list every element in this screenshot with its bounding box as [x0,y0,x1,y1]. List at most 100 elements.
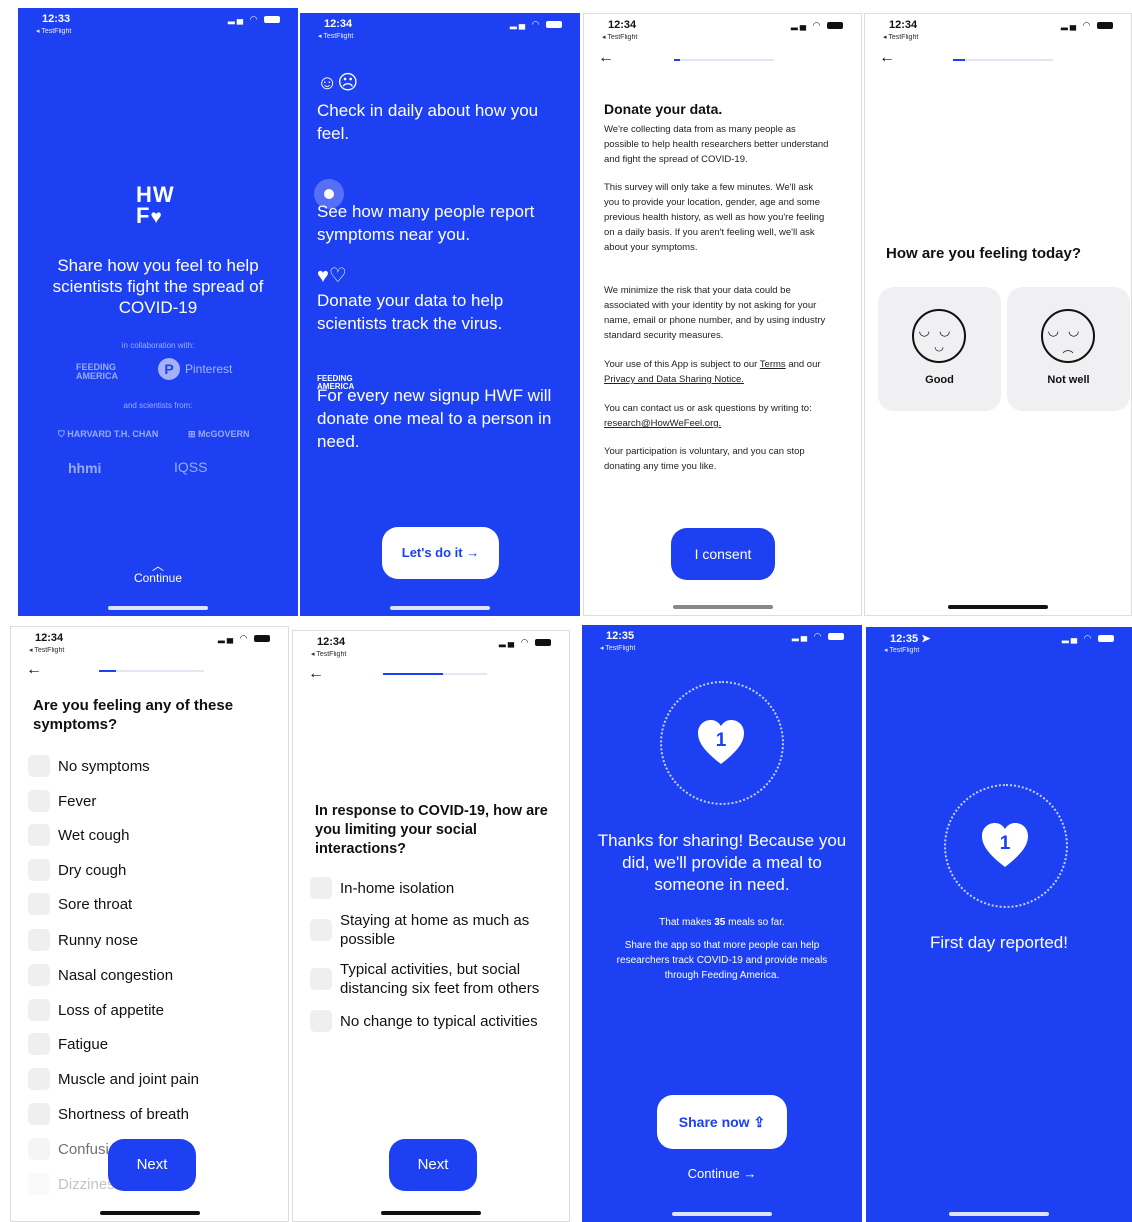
meals-prefix: That makes [659,917,712,928]
consent-paragraph-3: We minimize the risk that your data coul… [604,285,826,341]
checkbox[interactable] [28,929,50,951]
meals-count: 35 [714,917,726,928]
symptom-option[interactable]: Muscle and joint pain [28,1068,199,1090]
terms-prefix: Your use of this App is subject to our [604,359,758,370]
first-day-message: First day reported! [930,933,1068,952]
checkbox[interactable] [310,968,332,990]
email-link[interactable]: research@HowWeFeel.org. [604,418,721,429]
checkbox[interactable] [28,999,50,1021]
symptom-option[interactable]: Dry cough [28,859,126,881]
app-logo: HW F♥ [136,184,188,229]
heart-counter-icon: 1 [980,821,1030,871]
testflight-back-link[interactable]: ◂ TestFlight [318,32,353,40]
checkbox[interactable] [310,919,332,941]
status-bar: 12:33 ◂ TestFlight ▂▄ ◠ [36,12,284,38]
heart-counter-icon: 1 [696,718,746,768]
screen-social: 12:34 ◂ TestFlight ▂▄ ◠ ← In response to… [292,630,570,1222]
checkbox[interactable] [28,1173,50,1195]
option-label: Nasal congestion [58,966,174,984]
consent-paragraph-4: Your use of this App is subject to our T… [604,357,831,387]
symptom-option[interactable]: Runny nose [28,929,138,951]
i-consent-button[interactable]: I consent [671,528,775,580]
privacy-link[interactable]: Privacy and Data Sharing Notice. [604,374,744,385]
mood-card-not-well[interactable]: ◡◡ ︵ Not well [1007,287,1130,411]
next-button[interactable]: Next [389,1139,477,1191]
testflight-back-link[interactable]: ◂ TestFlight [600,644,635,652]
continue-label: Continue [133,571,183,585]
checkbox[interactable] [28,824,50,846]
symptom-option[interactable]: Sore throat [28,893,132,915]
testflight-back-link[interactable]: ◂ TestFlight [602,33,637,41]
testflight-back-link[interactable]: ◂ TestFlight [883,33,918,41]
harvard-shield-icon: ⛉ [58,429,68,439]
checkbox[interactable] [28,1138,50,1160]
harvard-label: HARVARD T.H. CHAN [67,429,159,439]
lets-do-it-button[interactable]: Let's do it → [382,527,499,579]
scientists-caption: and scientists from: [123,401,193,410]
status-bar: 12:35 ➤ ◂ TestFlight ▂▄ ◠ [884,631,1118,657]
back-arrow-icon[interactable]: ← [26,661,42,679]
symptom-option[interactable]: Loss of appetite [28,999,164,1021]
checkbox[interactable] [28,1033,50,1055]
status-bar: 12:34 ◂ TestFlight ▂▄ ◠ [602,18,847,44]
checkbox[interactable] [28,893,50,915]
iqss-logo: IQSS [174,459,208,475]
screen-first-day: 12:35 ➤ ◂ TestFlight ▂▄ ◠ 1 First day re… [866,627,1132,1222]
terms-link[interactable]: Terms [760,359,786,370]
symptom-option[interactable]: Shortness of breath [28,1103,189,1125]
status-time: 12:33 [42,13,71,25]
home-indicator [948,605,1048,609]
testflight-back-link[interactable]: ◂ TestFlight [29,646,64,654]
status-bar: 12:35 ◂ TestFlight ▂▄ ◠ [600,629,848,655]
symptom-option[interactable]: Fatigue [28,1033,108,1055]
hhmi-logo: hhmi [68,460,102,476]
consent-title: Donate your data. [604,101,723,117]
testflight-back-link[interactable]: ◂ TestFlight [36,27,71,35]
screen-consent: 12:34 ◂ TestFlight ▂▄ ◠ ← Donate your da… [583,13,862,616]
intro-item-nearby: See how many people report symptoms near… [317,202,535,244]
checkbox[interactable] [310,1010,332,1032]
pinterest-label: Pinterest [185,362,233,376]
testflight-back-link[interactable]: ◂ TestFlight [311,650,346,658]
mood-card-good[interactable]: ◡◡ ◡ Good [878,287,1001,411]
option-label: Fever [58,792,97,810]
status-bar: 12:34 ◂ TestFlight ▂▄ ◠ [883,18,1117,44]
symptom-option[interactable]: Wet cough [28,824,129,846]
symptoms-question: Are you feeling any of these symptoms? [33,697,234,733]
back-arrow-icon[interactable]: ← [598,49,614,67]
status-bar: 12:34 ◂ TestFlight ▂▄ ◠ [318,17,566,43]
share-now-button[interactable]: Share now ⇪ [657,1095,787,1149]
next-button[interactable]: Next [108,1139,196,1191]
terms-mid: and our [788,359,821,370]
signal-wifi-battery-icon: ▂▄ ◠ [228,14,280,25]
checkbox[interactable] [28,859,50,881]
option-label: Wet cough [58,826,130,844]
social-option[interactable]: In-home isolation [310,877,555,899]
checkbox[interactable] [28,964,50,986]
social-option[interactable]: Typical activities, but social distancin… [310,960,560,998]
symptom-option[interactable]: No symptoms [28,755,150,777]
option-label: Runny nose [58,931,139,949]
social-option[interactable]: No change to typical activities [310,1010,560,1032]
status-time: 12:34 [324,18,353,30]
hearts-icon: ♥♡ [317,265,347,287]
option-label: No change to typical activities [340,1012,538,1030]
checkbox[interactable] [28,1068,50,1090]
back-arrow-icon[interactable]: ← [879,49,895,67]
option-label: No symptoms [58,757,150,775]
symptom-option[interactable]: Fever [28,790,96,812]
consent-paragraph-1: We're collecting data from as many peopl… [604,124,829,165]
back-arrow-icon[interactable]: ← [308,665,324,683]
testflight-back-link[interactable]: ◂ TestFlight [884,646,919,654]
home-indicator [672,1212,772,1216]
symptom-option[interactable]: Nasal congestion [28,964,173,986]
checkbox[interactable] [310,877,332,899]
option-label: Sore throat [58,895,133,913]
continue-link[interactable]: Continue → [582,1166,862,1181]
checkbox[interactable] [28,755,50,777]
continue-button[interactable]: ︿ Continue [18,560,298,585]
social-option[interactable]: Staying at home as much as possible [310,911,555,949]
checkbox[interactable] [28,790,50,812]
home-indicator [390,606,490,610]
checkbox[interactable] [28,1103,50,1125]
